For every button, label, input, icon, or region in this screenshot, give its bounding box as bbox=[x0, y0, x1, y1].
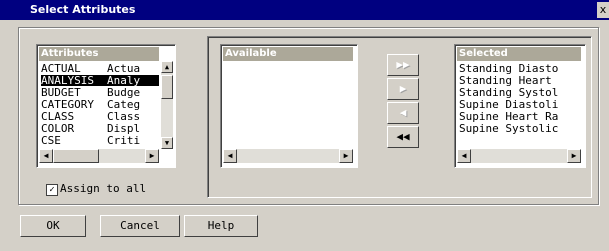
scroll-right-icon[interactable]: ▶ bbox=[339, 149, 353, 163]
window-title: Select Attributes bbox=[30, 3, 136, 16]
attribute-name: CSE bbox=[41, 134, 61, 147]
double-left-icon: ◀◀ bbox=[396, 130, 410, 143]
attributes-list-item[interactable]: COLOR Displ bbox=[41, 123, 159, 134]
attributes-vertical-scrollbar[interactable]: ▲ ▼ bbox=[161, 61, 173, 149]
selected-list-item[interactable]: Standing Systol bbox=[459, 87, 558, 98]
help-button[interactable]: Help bbox=[184, 215, 258, 237]
left-icon: ◀ bbox=[399, 106, 407, 119]
attribute-name: CATEGORY bbox=[41, 98, 94, 111]
scroll-right-icon[interactable]: ▶ bbox=[567, 149, 581, 163]
attribute-name: BUDGET bbox=[41, 86, 81, 99]
add-all-button[interactable]: ▶▶ bbox=[387, 54, 419, 76]
attributes-list-item[interactable]: CLASS Class bbox=[41, 111, 159, 122]
selected-list-item[interactable]: Standing Heart bbox=[459, 75, 558, 86]
cancel-button[interactable]: Cancel bbox=[100, 215, 180, 237]
double-right-icon: ▶▶ bbox=[396, 58, 410, 71]
attributes-horizontal-scrollbar[interactable]: ◀ ▶ bbox=[39, 149, 159, 163]
scroll-down-icon[interactable]: ▼ bbox=[161, 137, 173, 149]
available-horizontal-scrollbar[interactable]: ◀ ▶ bbox=[223, 149, 353, 163]
scroll-left-icon[interactable]: ◀ bbox=[39, 149, 53, 163]
available-header: Available bbox=[223, 47, 353, 61]
attribute-name: ANALYSIS bbox=[41, 74, 94, 87]
add-button[interactable]: ▶ bbox=[387, 78, 419, 100]
selected-list-item[interactable]: Supine Systolic bbox=[459, 123, 558, 134]
attributes-list-item[interactable]: CSE Criti bbox=[41, 135, 159, 146]
scroll-thumb[interactable] bbox=[53, 149, 99, 163]
attribute-description: Criti bbox=[107, 134, 141, 147]
title-bar: Select Attributes x bbox=[0, 0, 609, 20]
scroll-up-icon[interactable]: ▲ bbox=[161, 61, 173, 73]
available-listbox[interactable]: Available ◀ ▶ bbox=[220, 44, 358, 168]
selected-header: Selected bbox=[457, 47, 581, 61]
scroll-right-icon[interactable]: ▶ bbox=[145, 149, 159, 163]
ok-button[interactable]: OK bbox=[20, 215, 86, 237]
selected-list-item[interactable]: Supine Diastoli bbox=[459, 99, 558, 110]
assign-to-all-checkbox[interactable]: ✓ bbox=[46, 184, 58, 196]
right-icon: ▶ bbox=[399, 82, 407, 95]
scroll-left-icon[interactable]: ◀ bbox=[223, 149, 237, 163]
selected-horizontal-scrollbar[interactable]: ◀ ▶ bbox=[457, 149, 581, 163]
attributes-list-item[interactable]: ACTUAL Actua bbox=[41, 63, 159, 74]
attributes-list-item[interactable]: ANALYSIS Analy bbox=[41, 75, 159, 86]
selected-list-item[interactable]: Supine Heart Ra bbox=[459, 111, 558, 122]
attributes-list-item[interactable]: BUDGET Budge bbox=[41, 87, 159, 98]
attribute-name: CLASS bbox=[41, 110, 75, 123]
assign-to-all-label: Assign to all bbox=[60, 182, 147, 195]
attributes-header: Attributes bbox=[39, 47, 159, 61]
attributes-listbox[interactable]: Attributes ACTUAL Actua ANALYSIS Analy BUDGE… bbox=[36, 44, 176, 168]
selected-listbox[interactable]: Selected Standing Diasto Standing Heart S… bbox=[454, 44, 586, 168]
selected-list-item[interactable]: Standing Diasto bbox=[459, 63, 558, 74]
close-icon[interactable]: x bbox=[597, 2, 609, 18]
remove-button[interactable]: ◀ bbox=[387, 102, 419, 124]
attribute-name: ACTUAL bbox=[41, 62, 81, 75]
remove-all-button[interactable]: ◀◀ bbox=[387, 126, 419, 148]
scroll-thumb[interactable] bbox=[161, 75, 173, 99]
scroll-left-icon[interactable]: ◀ bbox=[457, 149, 471, 163]
attributes-list-item[interactable]: CATEGORY Categ bbox=[41, 99, 159, 110]
attribute-name: COLOR bbox=[41, 122, 75, 135]
